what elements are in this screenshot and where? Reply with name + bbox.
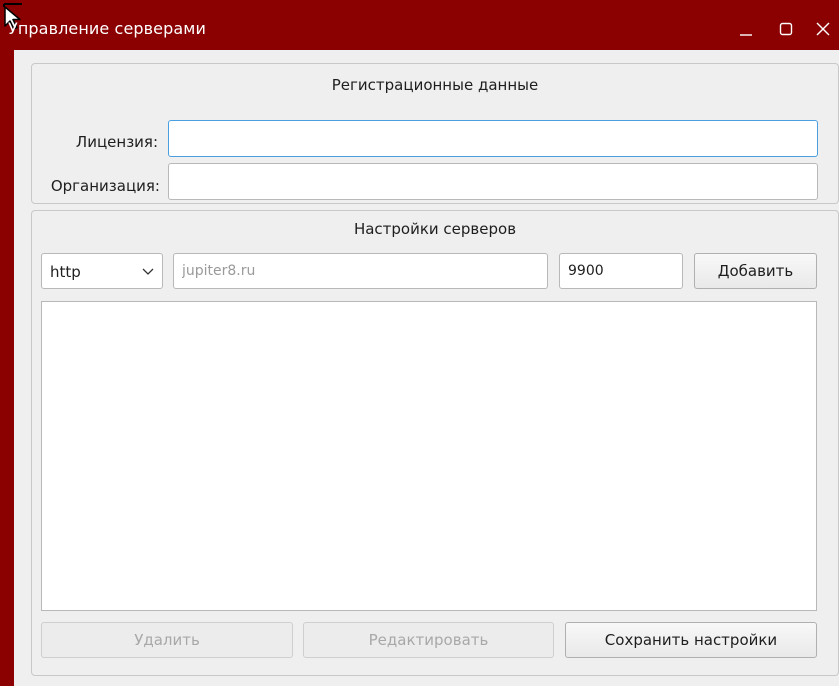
organization-input[interactable] (168, 163, 818, 200)
delete-button[interactable]: Удалить (41, 622, 293, 658)
minimize-icon[interactable] (735, 18, 757, 40)
protocol-select[interactable]: http (41, 253, 163, 289)
server-list[interactable] (41, 301, 817, 611)
add-server-button[interactable]: Добавить (694, 253, 817, 289)
license-label: Лицензия: (75, 133, 158, 151)
port-input[interactable] (559, 253, 683, 289)
server-settings-group-title: Настройки серверов (353, 220, 517, 238)
license-input[interactable] (168, 120, 818, 157)
window-title: Управление серверами (8, 19, 206, 38)
window-content: Регистрационные данные Лицензия: Организ… (14, 50, 839, 686)
registration-group-title: Регистрационные данные (331, 76, 539, 94)
close-icon[interactable] (812, 18, 834, 40)
server-settings-group: Настройки серверов http Добавить Удалить… (31, 210, 839, 676)
host-input[interactable] (173, 253, 548, 289)
organization-label: Организация: (50, 177, 160, 195)
chevron-down-icon (142, 268, 154, 275)
server-management-window: Управление серверами Регистрационные дан… (0, 0, 839, 686)
protocol-select-value: http (50, 263, 81, 281)
registration-group: Регистрационные данные Лицензия: Организ… (31, 63, 839, 204)
title-bar[interactable]: Управление серверами (0, 0, 839, 50)
maximize-icon[interactable] (775, 18, 797, 40)
save-settings-button[interactable]: Сохранить настройки (565, 622, 817, 658)
edit-button[interactable]: Редактировать (303, 622, 554, 658)
